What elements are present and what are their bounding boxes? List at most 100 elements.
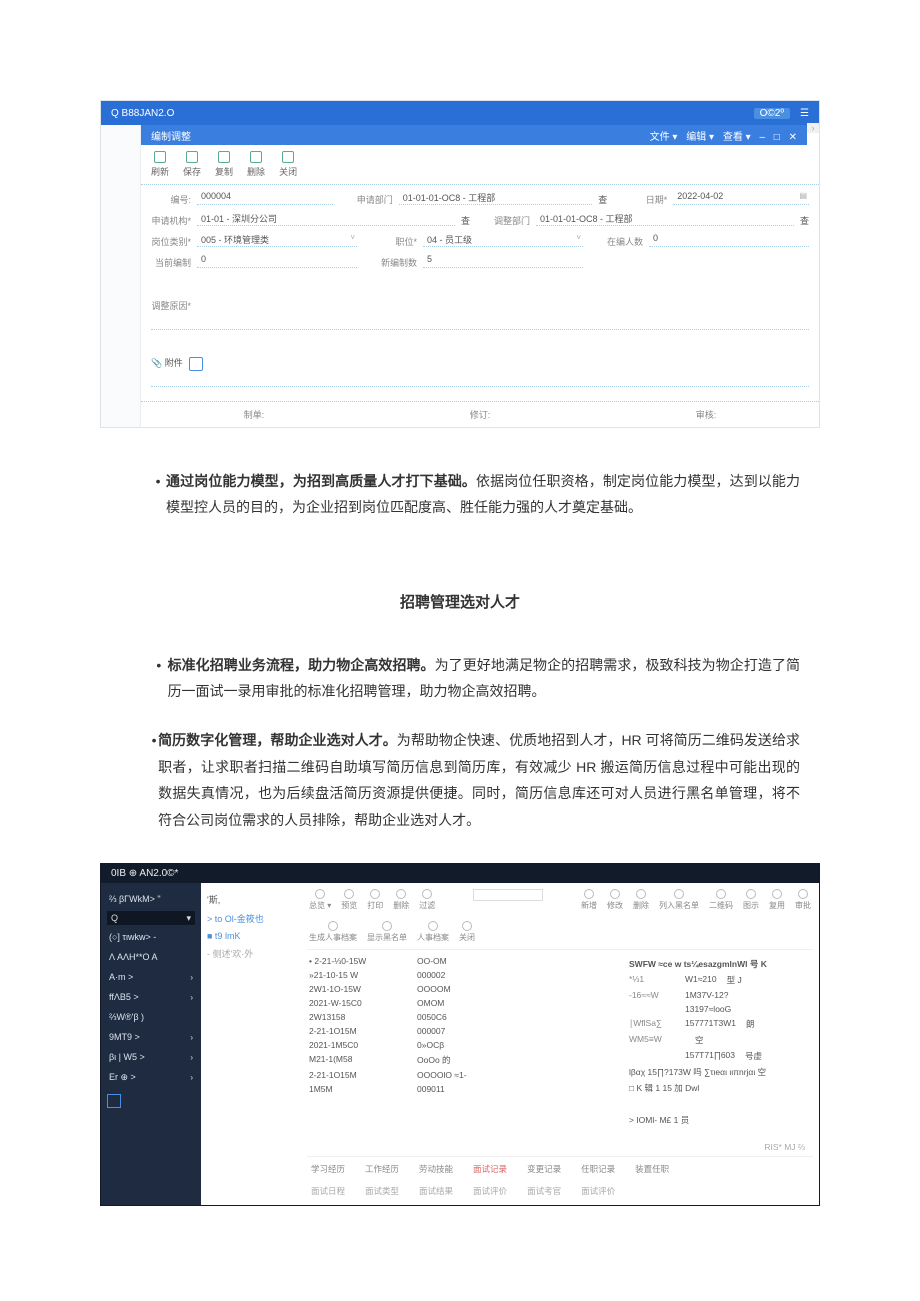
table-row[interactable]: M21-1(M58OoOo 的 bbox=[309, 1052, 621, 1068]
tb-genhr[interactable]: 生成人事档案 bbox=[309, 921, 357, 943]
tb-overview[interactable]: 总览 ▾ bbox=[309, 889, 331, 911]
tb-new[interactable]: 新增 bbox=[581, 889, 597, 911]
tool-save[interactable]: 保存 bbox=[183, 151, 201, 178]
tb-reuse[interactable]: 复用 bbox=[769, 889, 785, 911]
gen-icon bbox=[328, 921, 338, 931]
win-close[interactable]: ✕ bbox=[789, 132, 797, 143]
tb-del[interactable]: 删除 bbox=[393, 889, 409, 911]
chevron-down-icon: ˅ bbox=[576, 233, 581, 242]
tb-preview[interactable]: 预览 bbox=[341, 889, 357, 911]
win-edit[interactable]: 编辑 ▾ bbox=[686, 132, 714, 143]
bullet-1: • 通过岗位能力模型，为招到高质量人才打下基础。依据岗位任职资格，制定岗位能力模… bbox=[150, 468, 800, 521]
job-input[interactable]: 04 - 员工级˅ bbox=[423, 237, 583, 247]
tb-chart[interactable]: 图示 bbox=[743, 889, 759, 911]
table-row[interactable]: 2W1-1O-15WOOOOM bbox=[309, 982, 621, 996]
tab-skill[interactable]: 劳动技能 bbox=[419, 1163, 453, 1175]
info-foot: > IOMl- M£ 1 员 bbox=[629, 1114, 689, 1126]
close-icon bbox=[282, 151, 294, 163]
tab-change[interactable]: 变更记录 bbox=[527, 1163, 561, 1175]
tb-approve[interactable]: 审批 bbox=[795, 889, 811, 911]
tb-del2[interactable]: 删除 bbox=[633, 889, 649, 911]
dept-input[interactable]: 01-01-01-OC8 - 工程部 bbox=[399, 195, 592, 205]
sub-1[interactable]: 面试类型 bbox=[365, 1185, 399, 1197]
org-input[interactable]: 01-01 - 深圳分公司 bbox=[197, 216, 455, 226]
screenshot-2: 0IB ⊕ AN2.0©* ⅔ βΓWkM> " Q▾ (○] τιwkw> -… bbox=[100, 863, 820, 1206]
table-row[interactable]: 2021-1M5C00»OCβ bbox=[309, 1038, 621, 1052]
table-row[interactable]: 2021-W-15C0OMOM bbox=[309, 996, 621, 1010]
table-row[interactable]: 2-21-1O15MOOOOlO ≈1- bbox=[309, 1068, 621, 1082]
job-label: 职位* bbox=[377, 235, 417, 248]
side-4[interactable]: A·m >› bbox=[101, 967, 201, 987]
tab-title[interactable]: 编制调整 bbox=[151, 128, 191, 143]
win-file[interactable]: 文件 ▾ bbox=[650, 132, 678, 143]
tb-hrfile[interactable]: 人事档案 bbox=[417, 921, 449, 943]
tb-qr[interactable]: 二维码 bbox=[709, 889, 733, 911]
search-icon: Q bbox=[111, 913, 118, 923]
sub-3[interactable]: 面试评价 bbox=[473, 1185, 507, 1197]
overview-icon bbox=[315, 889, 325, 899]
collapse-icon[interactable] bbox=[107, 1094, 121, 1108]
tb-blacklist[interactable]: 列入黑名单 bbox=[659, 889, 699, 911]
side-6[interactable]: ⅔W®'β ) bbox=[101, 1007, 201, 1027]
tab-edu[interactable]: 学习经历 bbox=[311, 1163, 345, 1175]
win-min[interactable]: – bbox=[759, 132, 765, 143]
code-input[interactable]: 000004 bbox=[197, 195, 333, 205]
pager[interactable]: RIS* MJ ⅔ bbox=[307, 1138, 813, 1156]
new-input[interactable]: 5 bbox=[423, 258, 583, 268]
para1-bold: 通过岗位能力模型，为招到高质量人才打下基础。 bbox=[166, 473, 476, 489]
sub-0[interactable]: 面试日程 bbox=[311, 1185, 345, 1197]
reason-input[interactable] bbox=[151, 320, 809, 330]
cur-label: 在编人数 bbox=[603, 235, 643, 248]
side-3[interactable]: Λ AΛH**O A bbox=[101, 947, 201, 967]
tb-edit[interactable]: 修改 bbox=[607, 889, 623, 911]
win-max[interactable]: □ bbox=[774, 132, 780, 143]
sub-4[interactable]: 面试考官 bbox=[527, 1185, 561, 1197]
dept-lookup[interactable]: 查 bbox=[598, 193, 607, 206]
chart-icon bbox=[746, 889, 756, 899]
side-search[interactable]: Q▾ bbox=[107, 911, 195, 925]
org-lookup[interactable]: 查 bbox=[461, 214, 470, 227]
tb-close[interactable]: 关闭 bbox=[459, 921, 475, 943]
tb-print[interactable]: 打印 bbox=[367, 889, 383, 911]
tab-work[interactable]: 工作经历 bbox=[365, 1163, 399, 1175]
table-row[interactable]: 2-21-1O15M000007 bbox=[309, 1024, 621, 1038]
sub-2[interactable]: 面试结果 bbox=[419, 1185, 453, 1197]
date-label: 日期* bbox=[627, 193, 667, 206]
tree-node-3[interactable]: - 侧述'欢·外 bbox=[207, 947, 295, 960]
bullet-icon: • bbox=[150, 727, 158, 833]
scroll-right-icon[interactable]: › bbox=[807, 123, 819, 133]
sub-5[interactable]: 面试评价 bbox=[581, 1185, 615, 1197]
tb-search[interactable] bbox=[445, 889, 571, 911]
tree-node-1[interactable]: > to Ol-金筱也 bbox=[207, 912, 295, 925]
chevron-down-icon: ▾ bbox=[186, 913, 191, 924]
hamburger-icon[interactable]: ☰ bbox=[800, 108, 809, 119]
tool-copy[interactable]: 复制 bbox=[215, 151, 233, 178]
table-row[interactable]: 1M5M009011 bbox=[309, 1082, 621, 1096]
tool-delete[interactable]: 删除 bbox=[247, 151, 265, 178]
side-2[interactable]: (○] τιwkw> - bbox=[101, 927, 201, 947]
table-row[interactable]: 2W131580050C6 bbox=[309, 1010, 621, 1024]
app2-titlebar: 0IB ⊕ AN2.0©* bbox=[101, 864, 819, 883]
table-row[interactable]: • 2-21-⅓0-15WOO-OM bbox=[309, 954, 621, 968]
date-input[interactable]: 2022-04-02▤ bbox=[673, 195, 809, 205]
tool-close[interactable]: 关闭 bbox=[279, 151, 297, 178]
side-7[interactable]: 9MT9 >› bbox=[101, 1027, 201, 1047]
upload-icon[interactable] bbox=[189, 357, 203, 371]
tab-interview[interactable]: 面试记录 bbox=[473, 1163, 507, 1175]
tb-showbl[interactable]: 显示黑名单 bbox=[367, 921, 407, 943]
tree-node-2[interactable]: ■ t9 lmK bbox=[207, 931, 295, 941]
tb-filter[interactable]: 过滤 bbox=[419, 889, 435, 911]
side-8[interactable]: βι | W5 >› bbox=[101, 1047, 201, 1067]
tdept-lookup[interactable]: 查 bbox=[800, 214, 809, 227]
side-0[interactable]: ⅔ βΓWkM> " bbox=[101, 889, 201, 909]
tool-refresh[interactable]: 刷新 bbox=[151, 151, 169, 178]
side-9[interactable]: Er ⊕ >› bbox=[101, 1067, 201, 1088]
win-view[interactable]: 查看 ▾ bbox=[723, 132, 751, 143]
tab-post[interactable]: 任职记录 bbox=[581, 1163, 615, 1175]
table-row[interactable]: »21-10-15 W000002 bbox=[309, 968, 621, 982]
tdept-input[interactable]: 01-01-01-OC8 - 工程部 bbox=[536, 216, 794, 226]
tab-equip[interactable]: 装置任职 bbox=[635, 1163, 669, 1175]
cls-input[interactable]: 005 - 环境管理类˅ bbox=[197, 237, 357, 247]
attach-area[interactable] bbox=[151, 377, 809, 387]
side-5[interactable]: ffΛB5 >› bbox=[101, 987, 201, 1007]
